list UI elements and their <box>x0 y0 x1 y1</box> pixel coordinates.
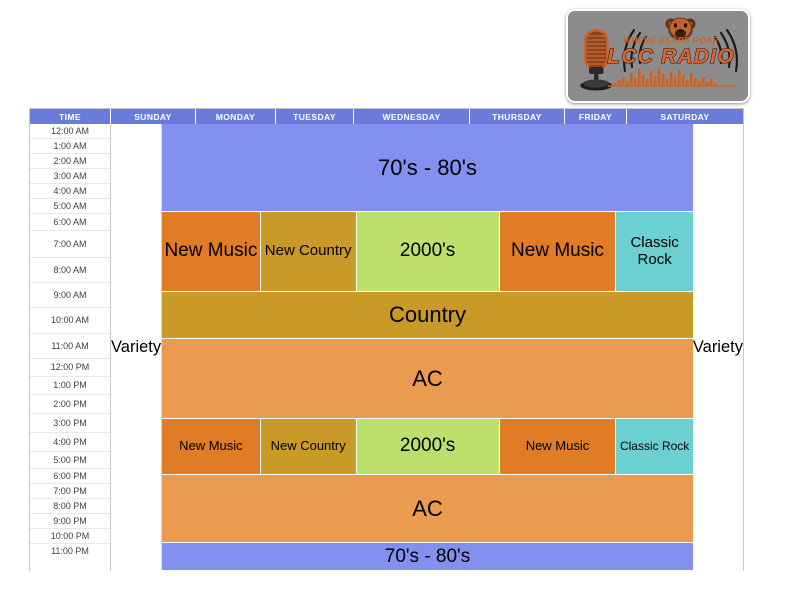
time-label: 7:00 PM <box>30 484 110 499</box>
time-label: 4:00 PM <box>30 433 110 452</box>
program-block-thursday[interactable]: New Music <box>499 419 617 475</box>
time-label: 10:00 AM <box>30 308 110 334</box>
saturday-variety-label: Variety <box>692 338 743 356</box>
lcc-radio-logo-artwork: WHERE BEARS ROAR LCC RADIO <box>568 11 744 97</box>
program-band-afternoon-blocks: New Music New Country 2000's New Music Class… <box>162 419 693 475</box>
time-label: 6:00 AM <box>30 214 110 231</box>
time-label: 7:00 AM <box>30 231 110 258</box>
program-band-country-band[interactable]: Country <box>162 292 693 339</box>
time-label: 3:00 AM <box>30 169 110 184</box>
column-header-sunday[interactable]: SUNDAY <box>111 109 196 124</box>
time-label: 1:00 AM <box>30 139 110 154</box>
column-header-saturday[interactable]: SATURDAY <box>627 109 743 124</box>
program-block-tuesday[interactable]: New Country <box>260 212 357 292</box>
column-header-time[interactable]: TIME <box>30 109 111 124</box>
program-label: 2000's <box>399 240 456 262</box>
program-block-wednesday[interactable]: 2000's <box>356 419 500 475</box>
program-band-evening-ac[interactable]: AC <box>162 475 693 543</box>
program-band-midday-ac[interactable]: AC <box>162 339 693 419</box>
program-band-late-70s-80s[interactable]: 70's - 80's <box>162 543 693 571</box>
program-label: 70's - 80's <box>378 154 477 180</box>
column-header-wednesday[interactable]: WEDNESDAY <box>354 109 470 124</box>
logo-station-name: LCC RADIO <box>607 45 734 68</box>
program-label: New Music <box>179 438 243 454</box>
program-label: New Music <box>164 240 258 262</box>
time-label: 10:00 PM <box>30 529 110 544</box>
program-label: AC <box>412 365 443 391</box>
program-block-friday[interactable]: Classic Rock <box>616 212 693 292</box>
program-label: New Country <box>270 438 346 454</box>
lcc-radio-logo: WHERE BEARS ROAR LCC RADIO <box>566 9 750 103</box>
time-label: 9:00 AM <box>30 283 110 308</box>
program-label: Country <box>388 302 467 327</box>
time-label: 11:00 PM <box>51 546 89 556</box>
sunday-variety-cell[interactable]: Variety <box>111 124 163 571</box>
schedule-header-row: TIME SUNDAY MONDAY TUESDAY WEDNESDAY THURSDAY… <box>30 109 743 124</box>
program-block-thursday[interactable]: New Music <box>499 212 617 292</box>
program-label: Classic Rock <box>619 439 690 454</box>
program-label: 70's - 80's <box>384 545 471 567</box>
time-label: 8:00 PM <box>30 499 110 514</box>
time-label: 12:00 AM <box>30 124 110 139</box>
program-block-friday[interactable]: Classic Rock <box>616 419 693 475</box>
column-header-tuesday[interactable]: TUESDAY <box>276 109 354 124</box>
program-label: New Country <box>264 242 352 260</box>
radio-schedule-grid: TIME SUNDAY MONDAY TUESDAY WEDNESDAY THURSDAY… <box>29 108 744 571</box>
program-block-wednesday[interactable]: 2000's <box>356 212 500 292</box>
column-header-monday[interactable]: MONDAY <box>196 109 276 124</box>
time-label: 4:00 AM <box>30 184 110 199</box>
time-label: 2:00 AM <box>30 154 110 169</box>
program-label: New Music <box>511 240 604 262</box>
program-block-monday[interactable]: New Music <box>162 212 261 292</box>
time-label: 6:00 PM <box>30 469 110 484</box>
saturday-variety-cell[interactable]: Variety <box>692 124 743 571</box>
time-label: 2:00 PM <box>30 395 110 414</box>
program-label: AC <box>412 495 443 521</box>
column-header-friday[interactable]: FRIDAY <box>565 109 627 124</box>
weekday-program-area: 70's - 80's New Music New Country 2000's New… <box>162 124 693 571</box>
time-label: 5:00 PM <box>30 452 110 469</box>
time-label: 11:00 AM <box>30 334 110 359</box>
program-block-monday[interactable]: New Music <box>162 419 261 475</box>
time-label: 1:00 PM <box>30 377 110 395</box>
sunday-variety-label: Variety <box>111 338 162 356</box>
program-label: 2000's <box>399 435 456 457</box>
program-band-overnight-70s-80s[interactable]: 70's - 80's <box>162 124 693 212</box>
program-label: New Music <box>525 438 590 454</box>
column-header-thursday[interactable]: THURSDAY <box>470 109 565 124</box>
program-label: Classic Rock <box>630 234 679 268</box>
time-label: 3:00 PM <box>30 414 110 433</box>
time-label: 8:00 AM <box>30 258 110 283</box>
program-band-morning-blocks: New Music New Country 2000's New Music Class… <box>162 212 693 292</box>
time-column: 12:00 AM 1:00 AM 2:00 AM 3:00 AM 4:00 AM 5:00… <box>30 124 111 571</box>
time-label: 9:00 PM <box>30 514 110 529</box>
time-label: 5:00 AM <box>30 199 110 214</box>
logo-tagline: WHERE BEARS ROAR <box>623 36 718 45</box>
program-block-tuesday[interactable]: New Country <box>260 419 357 475</box>
time-label: 12:00 PM <box>30 359 110 377</box>
